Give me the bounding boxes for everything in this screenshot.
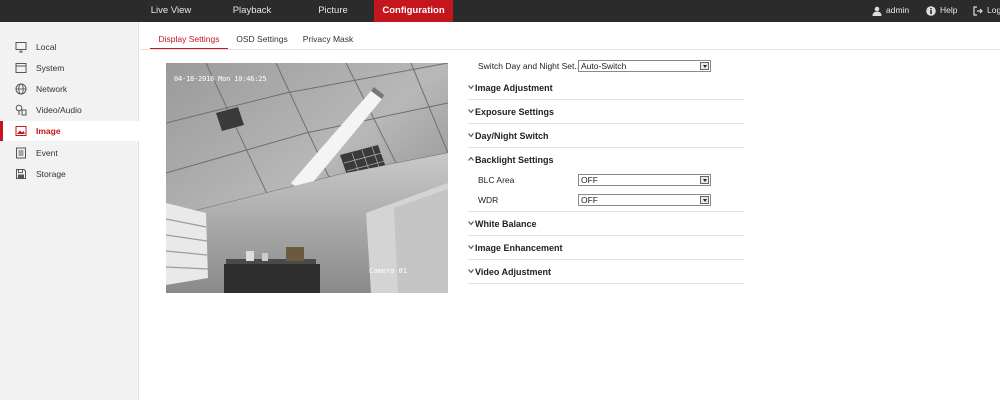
network-icon [15,83,27,95]
osd-time-overlay: 04-18-2016 Mon 10:46:25 [174,75,267,83]
section-day-night-switch[interactable]: Day/Night Switch [468,124,744,148]
chevron-down-icon [700,62,709,70]
sidebar-item-event[interactable]: Event [0,143,139,163]
tab-privacy-mask[interactable]: Privacy Mask [300,28,356,50]
monitor-icon [15,42,27,53]
sidebar-item-label: Local [36,42,57,52]
sidebar-item-system[interactable]: System [0,58,139,78]
day-night-select-value: Auto-Switch [581,61,627,71]
section-title: Image Adjustment [475,83,553,93]
camera-feed-image [166,63,448,293]
sub-tabs-divider [140,49,1000,50]
logout-label: Log [987,5,1000,15]
section-white-balance[interactable]: White Balance [468,212,744,236]
nav-tab-picture[interactable]: Picture [302,0,364,22]
chevron-down-icon [468,269,474,274]
sidebar-item-label: Network [36,84,68,94]
sub-tabs: Display Settings OSD Settings Privacy Ma… [150,28,1000,50]
chevron-down-icon [468,109,474,114]
nav-tab-live-view[interactable]: Live View [140,0,202,22]
section-title: Backlight Settings [475,155,554,165]
section-backlight-settings[interactable]: Backlight Settings [468,148,744,172]
section-exposure-settings[interactable]: Exposure Settings [468,100,744,124]
sidebar-item-label: Event [36,148,58,158]
sidebar: Local System Network Video/Audio Image E… [0,22,139,400]
wdr-label: WDR [478,195,499,205]
help-icon [926,5,936,16]
section-title: Day/Night Switch [475,131,549,141]
chevron-down-icon [700,196,709,204]
wdr-select[interactable]: OFF [578,194,711,206]
nav-tab-playback[interactable]: Playback [221,0,283,22]
logout-button[interactable]: Log [973,0,1000,22]
sidebar-item-label: Image [36,126,61,136]
sidebar-item-image[interactable]: Image [0,121,139,141]
system-icon [15,63,27,73]
sidebar-item-storage[interactable]: Storage [0,164,139,184]
blc-area-label: BLC Area [478,175,515,185]
sidebar-item-video-audio[interactable]: Video/Audio [0,100,139,120]
chevron-down-icon [468,245,474,250]
blc-area-select[interactable]: OFF [578,174,711,186]
username-label: admin [886,5,910,15]
blc-area-select-value: OFF [581,175,598,185]
section-title: White Balance [475,219,537,229]
tab-display-settings[interactable]: Display Settings [150,28,228,50]
image-icon [15,126,27,136]
tab-osd-settings[interactable]: OSD Settings [234,28,290,50]
help-label: Help [940,5,958,15]
event-icon [16,147,26,159]
section-title: Image Enhancement [475,243,563,253]
live-preview[interactable]: 04-18-2016 Mon 10:46:25 Camera 01 [166,63,448,293]
section-video-adjustment[interactable]: Video Adjustment [468,260,744,284]
user-menu[interactable]: admin [872,0,909,22]
day-night-select[interactable]: Auto-Switch [578,60,711,72]
section-title: Video Adjustment [475,267,552,277]
sidebar-item-label: Video/Audio [36,105,82,115]
section-image-enhancement[interactable]: Image Enhancement [468,236,744,260]
chevron-down-icon [468,133,474,138]
top-navigation-bar: Live View Playback Picture Configuration… [0,0,1000,22]
section-title: Exposure Settings [475,107,555,117]
sidebar-item-label: System [36,63,65,73]
nav-tab-configuration[interactable]: Configuration [374,0,453,22]
logout-icon [973,6,983,16]
osd-camera-name-overlay: Camera 01 [369,267,407,275]
chevron-up-icon [468,156,474,161]
section-image-adjustment[interactable]: Image Adjustment [468,76,744,100]
chevron-down-icon [700,176,709,184]
chevron-down-icon [468,221,474,226]
sidebar-item-label: Storage [36,169,66,179]
sidebar-item-network[interactable]: Network [0,79,139,99]
help-button[interactable]: Help [926,0,957,22]
day-night-label: Switch Day and Night Set... [478,61,582,71]
video-audio-icon [15,104,27,116]
sidebar-item-local[interactable]: Local [0,37,139,57]
wdr-select-value: OFF [581,195,598,205]
user-icon [872,6,882,16]
chevron-down-icon [468,85,474,90]
storage-icon [16,169,26,179]
